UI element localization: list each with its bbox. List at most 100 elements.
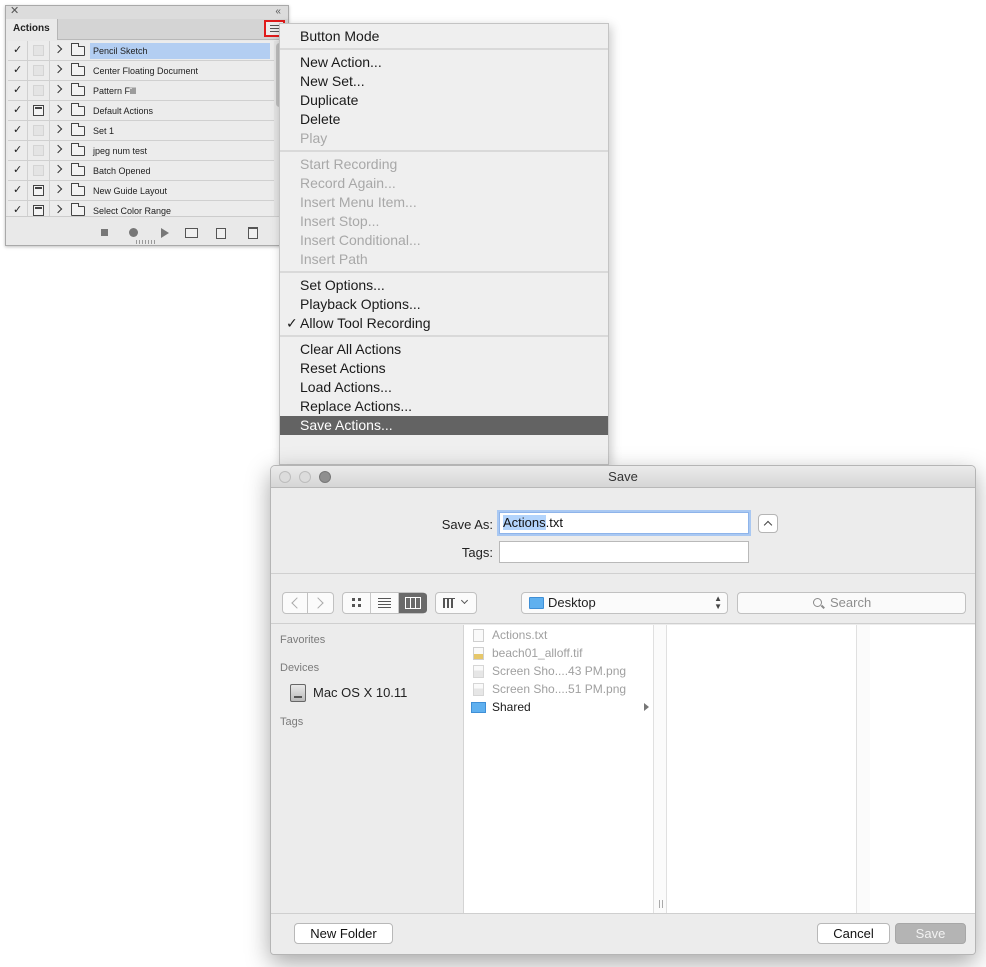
close-icon[interactable]: ✕ [10,5,19,18]
play-icon[interactable] [161,228,169,238]
dialog-toggle-cell[interactable] [28,201,50,216]
action-enable-cell[interactable]: ✓ [8,161,28,180]
expand-caret-icon[interactable] [53,164,63,174]
tab-actions[interactable]: Actions [6,19,58,40]
folder-icon [71,143,85,156]
folder-icon [71,203,85,216]
folder-icon [471,702,486,713]
dialog-toggle-cell[interactable] [28,41,50,60]
action-row[interactable]: ✓ New Guide Layout [8,181,274,201]
menu-item-reset-actions[interactable]: Reset Actions [280,359,608,378]
action-row[interactable]: ✓ Pencil Sketch [8,41,274,61]
trash-icon[interactable] [248,227,258,239]
column-divider[interactable] [654,625,667,913]
grid-icon [352,598,361,607]
column-divider[interactable] [857,625,870,913]
menu-item-set-options[interactable]: Set Options... [280,276,608,295]
folder-icon [71,43,85,56]
actions-flyout-menu: Button Mode New Action... New Set... Duplic… [279,23,609,465]
save-button[interactable]: Save [895,923,966,944]
action-row[interactable]: ✓ Default Actions [8,101,274,121]
action-row[interactable]: ✓ Set 1 [8,121,274,141]
arrange-button[interactable] [435,592,477,614]
action-enable-cell[interactable]: ✓ [8,141,28,160]
menu-item-new-set[interactable]: New Set... [280,72,608,91]
tags-field[interactable] [499,541,749,563]
back-button[interactable] [282,592,308,614]
menu-item-label: Insert Conditional... [300,232,421,248]
menu-icon-line [270,28,279,29]
dialog-toggle-cell[interactable] [28,121,50,140]
cancel-button[interactable]: Cancel [817,923,890,944]
action-enable-cell[interactable]: ✓ [8,81,28,100]
expand-caret-icon[interactable] [53,104,63,114]
file-item[interactable]: Shared [464,698,653,716]
save-as-field[interactable]: Actions.txt [499,512,749,534]
menu-item-allow-tool-recording[interactable]: ✓ Allow Tool Recording [280,314,608,333]
new-action-icon[interactable] [216,228,226,239]
record-icon[interactable] [129,228,138,237]
action-set-name: Set 1 [93,126,115,136]
menu-group: Clear All Actions Reset Actions Load Actio… [280,337,608,437]
action-set-name: New Guide Layout [93,186,168,196]
menu-item-clear-all-actions[interactable]: Clear All Actions [280,340,608,359]
action-row[interactable]: ✓ jpeg num test [8,141,274,161]
expand-caret-icon[interactable] [53,84,63,94]
location-value: Desktop [548,595,596,610]
action-enable-cell[interactable]: ✓ [8,61,28,80]
file-name: Screen Sho....51 PM.png [492,682,627,696]
menu-item-replace-actions[interactable]: Replace Actions... [280,397,608,416]
menu-item-delete[interactable]: Delete [280,110,608,129]
columns-icon [405,597,421,609]
resize-grip[interactable] [136,240,156,244]
search-input[interactable]: Search [737,592,966,614]
menu-item-new-action[interactable]: New Action... [280,53,608,72]
checkmark-icon: ✓ [13,164,23,176]
dialog-toggle-cell[interactable] [28,161,50,180]
menu-item-label: Set Options... [300,277,385,293]
dialog-toggle-cell[interactable] [28,101,50,120]
expand-caret-icon[interactable] [53,124,63,134]
dialog-sidebar: Favorites Devices Mac OS X 10.11 Tags [271,625,464,913]
expand-caret-icon[interactable] [53,184,63,194]
file-column-desktop: Actions.txt beach01_alloff.tif Screen Sho.… [464,625,654,913]
list-view-button[interactable] [371,593,399,613]
new-folder-button[interactable]: New Folder [294,923,393,944]
collapse-icon[interactable]: ‹‹ [275,5,281,18]
stop-icon[interactable] [101,229,108,236]
forward-button[interactable] [308,592,334,614]
menu-item-duplicate[interactable]: Duplicate [280,91,608,110]
location-select[interactable]: Desktop ▲ ▼ [521,592,728,614]
dialog-toggle-cell[interactable] [28,61,50,80]
action-enable-cell[interactable]: ✓ [8,41,28,60]
new-set-folder-icon[interactable] [185,228,198,238]
icon-view-button[interactable] [343,593,371,613]
png-file-icon [473,665,484,678]
expand-caret-icon[interactable] [53,44,63,54]
menu-item-load-actions[interactable]: Load Actions... [280,378,608,397]
expand-caret-icon[interactable] [53,64,63,74]
column-view-button[interactable] [399,593,427,613]
search-icon [813,598,822,607]
dialog-toggle-icon [33,165,44,176]
action-enable-cell[interactable]: ✓ [8,181,28,200]
menu-item-save-actions[interactable]: Save Actions... [280,416,608,435]
action-row[interactable]: ✓ Center Floating Document [8,61,274,81]
action-enable-cell[interactable]: ✓ [8,101,28,120]
column-resize-handle[interactable] [659,900,663,908]
dialog-toggle-cell[interactable] [28,181,50,200]
expand-caret-icon[interactable] [53,144,63,154]
action-row[interactable]: ✓ Batch Opened [8,161,274,181]
dialog-toggle-cell[interactable] [28,81,50,100]
menu-item-button-mode[interactable]: Button Mode [280,27,608,46]
action-row[interactable]: ✓ Pattern Fill [8,81,274,101]
collapse-dialog-button[interactable] [758,514,778,533]
expand-caret-icon[interactable] [53,204,63,214]
action-row[interactable]: ✓ Select Color Range [8,201,274,216]
menu-item-playback-options[interactable]: Playback Options... [280,295,608,314]
action-enable-cell[interactable]: ✓ [8,201,28,216]
action-enable-cell[interactable]: ✓ [8,121,28,140]
menu-item-insert-conditional: Insert Conditional... [280,231,608,250]
tif-file-icon [473,647,484,660]
dialog-toggle-cell[interactable] [28,141,50,160]
